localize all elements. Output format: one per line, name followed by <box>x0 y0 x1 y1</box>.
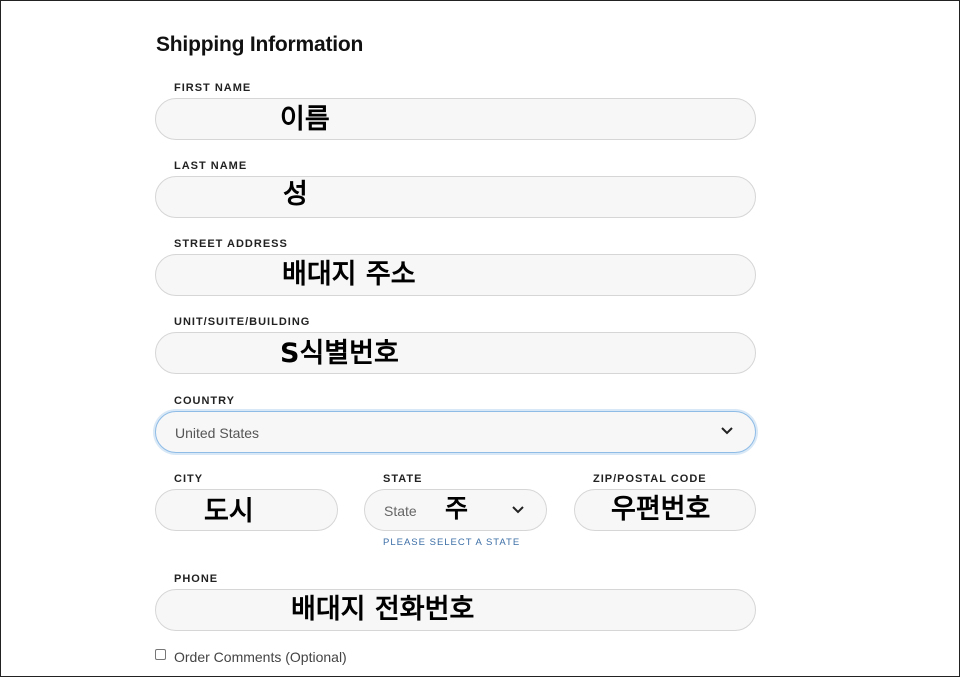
unit-annotation: S식별번호 <box>280 338 399 369</box>
street-address-annotation: 배대지 주소 <box>282 259 416 290</box>
last-name-annotation: 성 <box>283 179 308 210</box>
street-address-label: STREET ADDRESS <box>174 238 288 250</box>
country-value: United States <box>175 425 260 441</box>
state-validation-hint: PLEASE SELECT A STATE <box>383 537 521 548</box>
first-name-label: FIRST NAME <box>174 82 252 94</box>
state-label: STATE <box>383 473 423 485</box>
unit-field[interactable] <box>155 332 756 374</box>
state-annotation: 주 <box>445 494 469 523</box>
order-comments-checkbox[interactable] <box>155 649 166 660</box>
unit-label: UNIT/SUITE/BUILDING <box>174 316 311 328</box>
zip-annotation: 우편번호 <box>611 494 711 525</box>
chevron-down-icon <box>721 427 733 435</box>
city-annotation: 도시 <box>204 496 254 527</box>
phone-annotation: 배대지 전화번호 <box>291 594 475 625</box>
last-name-label: LAST NAME <box>174 160 248 172</box>
first-name-annotation: 이름 <box>280 104 330 135</box>
last-name-field[interactable] <box>155 176 756 218</box>
first-name-field[interactable] <box>155 98 756 140</box>
zip-label: ZIP/POSTAL CODE <box>593 473 707 485</box>
city-label: CITY <box>174 473 204 485</box>
page-title: Shipping Information <box>156 33 364 56</box>
state-placeholder: State <box>384 503 417 519</box>
street-address-field[interactable] <box>155 254 756 296</box>
phone-label: PHONE <box>174 573 219 585</box>
country-label: COUNTRY <box>174 395 235 407</box>
chevron-down-icon <box>512 506 524 514</box>
order-comments-label[interactable]: Order Comments (Optional) <box>174 649 347 665</box>
